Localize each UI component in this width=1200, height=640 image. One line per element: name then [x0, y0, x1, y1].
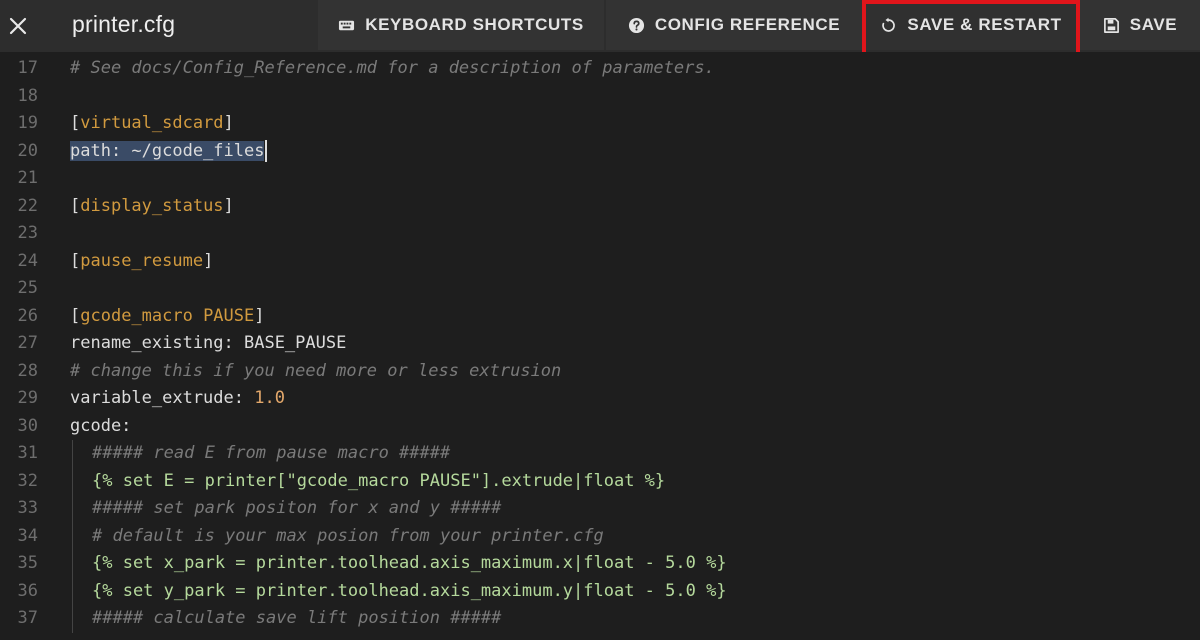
help-circle-icon	[628, 17, 645, 34]
code-line: 30 gcode:	[0, 413, 1200, 441]
code-text: [gcode_macro PAUSE]	[70, 305, 265, 326]
line-number: 23	[17, 223, 38, 243]
line-number: 17	[17, 58, 38, 78]
line-number: 28	[17, 360, 38, 381]
save-button[interactable]: SAVE	[1080, 0, 1200, 50]
editor-toolbar: printer.cfg KEYBOARD SHORTCUTS CONFIG RE…	[0, 0, 1200, 56]
code-line: 28 # change this if you need more or less…	[0, 358, 1200, 386]
line-number: 31	[17, 443, 38, 463]
code-text: rename_existing: BASE_PAUSE	[70, 333, 347, 353]
line-number: 36	[17, 580, 38, 601]
line-number: 27	[17, 333, 38, 353]
code-line: 18	[0, 83, 1200, 111]
line-number: 19	[17, 113, 38, 133]
code-text: # See docs/Config_Reference.md for a des…	[70, 58, 715, 78]
code-line: 26 [gcode_macro PAUSE]	[0, 303, 1200, 331]
code-line: 37 ##### calculate save lift position ###…	[0, 605, 1200, 633]
line-number: 22	[17, 195, 38, 216]
code-text: variable_extrude: 1.0	[70, 388, 285, 408]
code-text: {% set y_park = printer.toolhead.axis_ma…	[92, 580, 727, 601]
line-number: 21	[17, 168, 38, 188]
code-line: 25	[0, 275, 1200, 303]
line-number: 35	[17, 553, 38, 573]
text-cursor	[265, 139, 268, 162]
config-reference-label: CONFIG REFERENCE	[654, 15, 841, 34]
code-line: 17 # See docs/Config_Reference.md for a d…	[0, 55, 1200, 83]
save-restart-label: SAVE & RESTART	[907, 15, 1062, 34]
line-number: 34	[17, 525, 38, 546]
keyboard-shortcuts-label: KEYBOARD SHORTCUTS	[365, 15, 584, 34]
code-text: ##### set park positon for x and y #####	[92, 498, 502, 518]
code-text: [virtual_sdcard]	[70, 113, 234, 133]
code-text: gcode:	[70, 415, 132, 436]
line-number: 29	[17, 388, 38, 408]
save-restart-button[interactable]: SAVE & RESTART	[864, 0, 1078, 50]
code-text: ##### read E from pause macro #####	[92, 443, 451, 463]
code-line: 24 [pause_resume]	[0, 248, 1200, 276]
line-number: 18	[17, 85, 38, 106]
keyboard-shortcuts-button[interactable]: KEYBOARD SHORTCUTS	[318, 0, 604, 50]
code-line: 22 [display_status]	[0, 193, 1200, 221]
line-number: 24	[17, 250, 38, 271]
code-editor[interactable]: 17 # See docs/Config_Reference.md for a d…	[0, 52, 1200, 640]
code-text: [display_status]	[70, 195, 234, 216]
code-text: {% set x_park = printer.toolhead.axis_ma…	[92, 553, 727, 573]
code-line: 27 rename_existing: BASE_PAUSE	[0, 330, 1200, 358]
config-editor-window: printer.cfg KEYBOARD SHORTCUTS CONFIG RE…	[0, 0, 1200, 640]
line-number: 26	[17, 305, 38, 326]
code-line: 36 {% set y_park = printer.toolhead.axis_…	[0, 577, 1200, 606]
code-line: 29 variable_extrude: 1.0	[0, 385, 1200, 413]
restart-icon	[880, 17, 897, 34]
code-line: 32 {% set E = printer["gcode_macro PAUSE"…	[0, 467, 1200, 496]
line-number: 32	[17, 470, 38, 491]
code-line: 31 ##### read E from pause macro #####	[0, 440, 1200, 468]
line-number: 37	[17, 608, 38, 628]
line-number: 20	[17, 140, 38, 161]
line-number: 30	[17, 415, 38, 436]
file-name-title: printer.cfg	[72, 11, 176, 37]
code-line: 33 ##### set park positon for x and y ###…	[0, 495, 1200, 523]
code-text: path: ~/gcode_files	[70, 138, 268, 166]
close-icon	[9, 17, 27, 35]
code-line: 19 [virtual_sdcard]	[0, 110, 1200, 138]
line-number: 33	[17, 498, 38, 518]
code-text: ##### calculate save lift position #####	[92, 608, 502, 628]
code-line: 20 path: ~/gcode_files	[0, 138, 1200, 166]
code-line: 34 # default is your max posion from your…	[0, 522, 1200, 551]
close-button[interactable]	[0, 0, 36, 52]
line-number: 25	[17, 278, 38, 298]
code-text: [pause_resume]	[70, 250, 214, 271]
code-text: # change this if you need more or less e…	[70, 360, 562, 381]
code-text: # default is your max posion from your p…	[92, 525, 604, 546]
code-line: 23	[0, 220, 1200, 248]
keyboard-icon	[338, 17, 355, 34]
code-line: 35 {% set x_park = printer.toolhead.axis_…	[0, 550, 1200, 578]
config-reference-button[interactable]: CONFIG REFERENCE	[606, 0, 862, 50]
save-label: SAVE	[1129, 15, 1178, 34]
code-line: 21	[0, 165, 1200, 193]
floppy-disk-icon	[1103, 17, 1120, 34]
code-text: {% set E = printer["gcode_macro PAUSE"].…	[92, 470, 666, 491]
